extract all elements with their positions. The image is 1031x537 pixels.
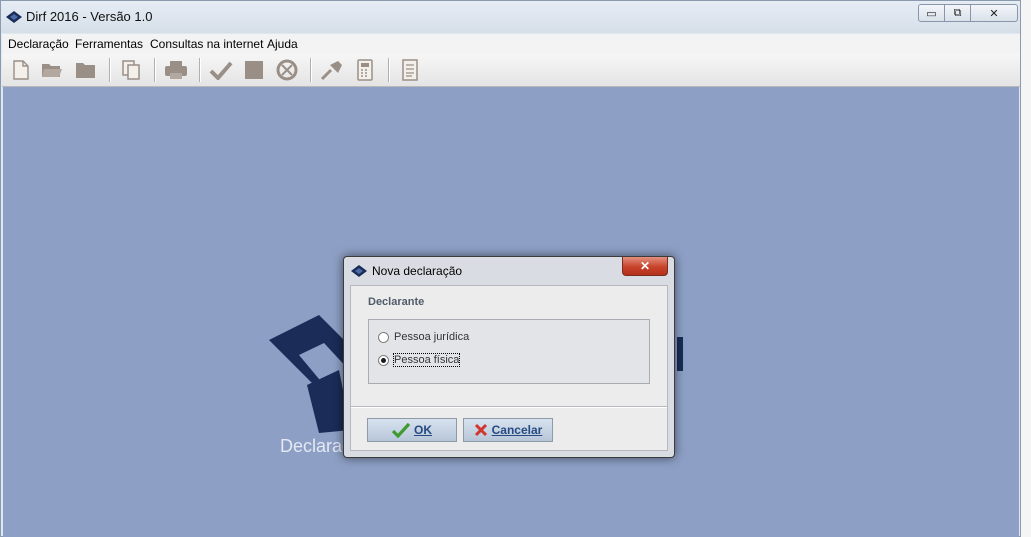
side-strip [1021,0,1031,537]
square-icon[interactable] [242,58,266,82]
title-bar[interactable]: Dirf 2016 - Versão 1.0 ▭ ⧉ ✕ [1,1,1020,33]
report-icon[interactable] [398,58,422,82]
menu-declaracao[interactable]: Declaração [8,37,69,51]
menu-bar: Declaração Ferramentas Consultas na inte… [2,34,1020,54]
ok-button[interactable]: OK [367,418,457,442]
recycle-icon[interactable] [275,58,299,82]
radio-button-juridica[interactable] [378,331,389,343]
folder-icon[interactable] [74,58,98,82]
cancel-x-icon [474,423,487,437]
app-logo-icon [6,11,22,23]
transmit-icon[interactable] [320,58,344,82]
dialog-divider [351,406,667,408]
radio-label-juridica: Pessoa jurídica [394,331,470,343]
dialog-title: Nova declaração [372,264,463,278]
dialog-logo-icon [351,265,367,277]
open-folder-icon[interactable] [40,58,64,82]
menu-ajuda[interactable]: Ajuda [267,37,298,51]
dialog-close-button[interactable]: ✕ [622,257,668,276]
cancel-button[interactable]: Cancelar [463,418,553,442]
close-button[interactable]: ✕ [970,4,1018,22]
check-icon [392,422,410,438]
maximize-button[interactable]: ⧉ [944,4,971,22]
radio-pessoa-juridica[interactable]: Pessoa jurídica [378,331,469,343]
minimize-button[interactable]: ▭ [918,4,945,22]
print-icon[interactable] [164,58,188,82]
menu-ferramentas[interactable]: Ferramentas [75,37,143,51]
calculator-icon[interactable] [353,58,377,82]
radio-button-fisica[interactable] [378,354,389,366]
nova-declaracao-dialog: Nova declaração ✕ Declarante Pessoa jurí… [343,256,675,458]
logo-bar-fragment [677,337,683,371]
menu-consultas[interactable]: Consultas na internet [150,37,263,51]
dialog-body: Declarante Pessoa jurídica Pessoa física… [350,285,668,451]
declarante-label: Declarante [368,296,425,308]
new-document-icon[interactable] [9,58,33,82]
copy-icon[interactable] [119,58,143,82]
background-caption: Declaraç [280,436,350,456]
declarante-group: Pessoa jurídica Pessoa física [368,319,650,384]
cancel-label: Cancelar [491,423,543,437]
radio-pessoa-fisica[interactable]: Pessoa física [378,353,461,367]
window-title: Dirf 2016 - Versão 1.0 [26,9,153,24]
check-icon[interactable] [209,58,233,82]
toolbar [2,54,1020,87]
ok-label: OK [414,423,432,437]
radio-label-fisica: Pessoa física [392,353,461,367]
